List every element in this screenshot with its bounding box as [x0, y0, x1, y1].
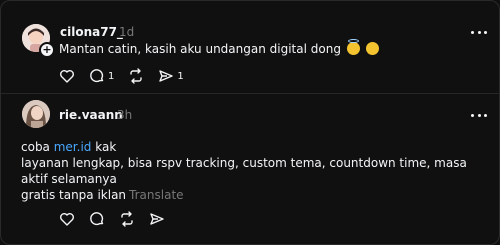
repost-icon — [121, 211, 133, 227]
share-button[interactable]: 1 — [158, 68, 184, 84]
heart-icon — [60, 70, 74, 83]
reply-button[interactable]: 1 — [89, 68, 114, 84]
text-prefix: coba — [21, 140, 54, 154]
post-line-1: coba mer.id kak — [21, 139, 481, 155]
hugging-face-icon — [365, 42, 379, 55]
post-line-3: aktif selamanya — [21, 172, 117, 186]
post-line-4: gratis tanpa iklan Translate — [21, 187, 481, 203]
post-cilona77: + cilona77_ 1d Mantan catin, kasih aku u… — [1, 1, 499, 93]
more-icon[interactable] — [471, 29, 487, 35]
share-button[interactable] — [149, 211, 165, 227]
post-text: coba mer.id kak layanan lengkap, bisa rs… — [21, 139, 481, 203]
post-link[interactable]: mer.id — [54, 140, 92, 154]
follow-plus-icon[interactable]: + — [39, 42, 55, 58]
repost-button[interactable] — [128, 68, 144, 84]
username[interactable]: cilona77_ — [60, 25, 123, 39]
reply-button[interactable] — [89, 211, 105, 227]
like-button[interactable] — [59, 211, 75, 227]
heart-icon — [60, 213, 74, 226]
username[interactable]: rie.vaann — [59, 108, 123, 122]
post-rievaann: rie.vaann 3h coba mer.id kak layanan len… — [1, 93, 499, 244]
translate-link[interactable]: Translate — [129, 188, 184, 202]
post-text-content: Mantan catin, kasih aku undangan digital… — [59, 42, 341, 56]
like-button[interactable] — [59, 68, 75, 84]
avatar[interactable] — [22, 100, 50, 128]
share-icon — [159, 70, 174, 82]
repost-button[interactable] — [119, 211, 135, 227]
post-time[interactable]: 3h — [117, 108, 132, 122]
share-icon — [150, 213, 164, 225]
post-time[interactable]: 1d — [119, 25, 134, 39]
thread-container: + cilona77_ 1d Mantan catin, kasih aku u… — [0, 0, 500, 245]
post-line-2: layanan lengkap, bisa rspv tracking, cus… — [21, 156, 467, 170]
share-count: 1 — [177, 70, 184, 82]
text-suffix: kak — [91, 140, 117, 154]
line-4-text: gratis tanpa iklan — [21, 188, 127, 202]
repost-icon — [130, 68, 143, 84]
reply-count: 1 — [108, 70, 115, 82]
post-text: Mantan catin, kasih aku undangan digital… — [59, 39, 379, 57]
post-actions — [59, 211, 179, 227]
post-actions: 1 1 — [59, 68, 198, 84]
comment-icon — [90, 69, 104, 83]
smiling-face-with-halo-icon — [346, 39, 360, 55]
more-icon[interactable] — [471, 112, 487, 118]
comment-icon — [90, 212, 104, 226]
